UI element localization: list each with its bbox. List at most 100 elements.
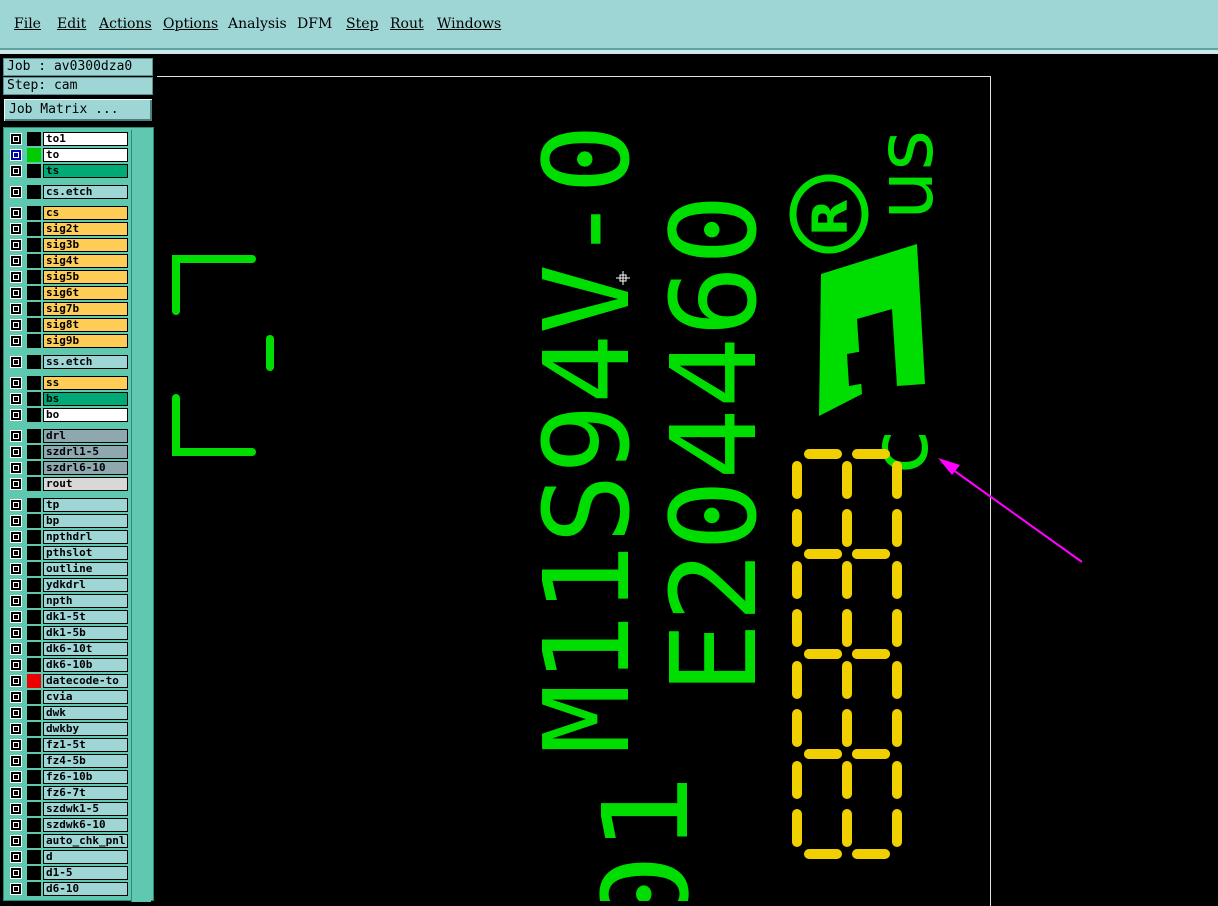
- layer-color-swatch[interactable]: [27, 866, 41, 880]
- layer-name[interactable]: bp: [43, 514, 128, 528]
- layer-row-sig8t[interactable]: sig8t: [8, 318, 128, 332]
- layer-row-bs[interactable]: bs: [8, 392, 128, 406]
- layer-row-sig6t[interactable]: sig6t: [8, 286, 128, 300]
- layer-row-szdwk1-5[interactable]: szdwk1-5: [8, 802, 128, 816]
- layer-checkbox[interactable]: [10, 579, 22, 591]
- layer-list-scrollbar[interactable]: [131, 130, 151, 902]
- layer-row-sig9b[interactable]: sig9b: [8, 334, 128, 348]
- layer-checkbox[interactable]: [10, 462, 22, 474]
- layer-row-drl[interactable]: drl: [8, 429, 128, 443]
- layer-row-fz6-10b[interactable]: fz6-10b: [8, 770, 128, 784]
- menu-analysis[interactable]: Analysis: [228, 16, 287, 32]
- layer-checkbox[interactable]: [10, 303, 22, 315]
- layer-name[interactable]: szdwk1-5: [43, 802, 128, 816]
- menu-dfm[interactable]: DFM: [297, 16, 332, 32]
- layer-name[interactable]: to: [43, 148, 128, 162]
- layer-checkbox[interactable]: [10, 643, 22, 655]
- layer-name[interactable]: sig9b: [43, 334, 128, 348]
- layer-name[interactable]: szdrl1-5: [43, 445, 128, 459]
- layer-color-swatch[interactable]: [27, 185, 41, 199]
- layer-color-swatch[interactable]: [27, 818, 41, 832]
- layer-row-fz1-5t[interactable]: fz1-5t: [8, 738, 128, 752]
- layer-color-swatch[interactable]: [27, 706, 41, 720]
- layer-color-swatch[interactable]: [27, 642, 41, 656]
- cad-canvas[interactable]: M11S94V-0 E204460 01 R c us: [157, 54, 1218, 901]
- layer-name[interactable]: drl: [43, 429, 128, 443]
- layer-checkbox[interactable]: [10, 707, 22, 719]
- layer-name[interactable]: sig7b: [43, 302, 128, 316]
- layer-row-dk6-10b[interactable]: dk6-10b: [8, 658, 128, 672]
- layer-checkbox[interactable]: [10, 547, 22, 559]
- layer-row-rout[interactable]: rout: [8, 477, 128, 491]
- layer-name[interactable]: dk6-10b: [43, 658, 128, 672]
- menu-edit[interactable]: Edit: [57, 16, 86, 32]
- layer-checkbox[interactable]: [10, 755, 22, 767]
- layer-checkbox[interactable]: [10, 675, 22, 687]
- layer-row-szdrl6-10[interactable]: szdrl6-10: [8, 461, 128, 475]
- layer-row-d6-10[interactable]: d6-10: [8, 882, 128, 896]
- layer-color-swatch[interactable]: [27, 408, 41, 422]
- layer-checkbox[interactable]: [10, 515, 22, 527]
- layer-color-swatch[interactable]: [27, 546, 41, 560]
- layer-color-swatch[interactable]: [27, 334, 41, 348]
- layer-color-swatch[interactable]: [27, 238, 41, 252]
- layer-checkbox[interactable]: [10, 430, 22, 442]
- layer-checkbox[interactable]: [10, 356, 22, 368]
- layer-row-fz4-5b[interactable]: fz4-5b: [8, 754, 128, 768]
- menu-rout[interactable]: Rout: [390, 16, 424, 32]
- layer-color-swatch[interactable]: [27, 477, 41, 491]
- layer-checkbox[interactable]: [10, 149, 22, 161]
- layer-color-swatch[interactable]: [27, 148, 41, 162]
- layer-color-swatch[interactable]: [27, 376, 41, 390]
- layer-checkbox[interactable]: [10, 803, 22, 815]
- layer-name[interactable]: sig2t: [43, 222, 128, 236]
- layer-color-swatch[interactable]: [27, 850, 41, 864]
- layer-row-szdwk6-10[interactable]: szdwk6-10: [8, 818, 128, 832]
- layer-color-swatch[interactable]: [27, 286, 41, 300]
- layer-checkbox[interactable]: [10, 787, 22, 799]
- layer-checkbox[interactable]: [10, 133, 22, 145]
- menu-actions[interactable]: Actions: [99, 16, 152, 32]
- layer-checkbox[interactable]: [10, 819, 22, 831]
- layer-name[interactable]: outline: [43, 562, 128, 576]
- layer-row-bo[interactable]: bo: [8, 408, 128, 422]
- layer-color-swatch[interactable]: [27, 318, 41, 332]
- layer-row-dwk[interactable]: dwk: [8, 706, 128, 720]
- layer-color-swatch[interactable]: [27, 498, 41, 512]
- graphics-workspace[interactable]: M11S94V-0 E204460 01 R c us: [157, 54, 1218, 906]
- layer-name[interactable]: ts: [43, 164, 128, 178]
- layer-color-swatch[interactable]: [27, 610, 41, 624]
- layer-color-swatch[interactable]: [27, 222, 41, 236]
- layer-color-swatch[interactable]: [27, 802, 41, 816]
- layer-name[interactable]: sig8t: [43, 318, 128, 332]
- layer-name[interactable]: d1-5: [43, 866, 128, 880]
- layer-checkbox[interactable]: [10, 835, 22, 847]
- layer-row-datecode-to[interactable]: datecode-to: [8, 674, 128, 688]
- layer-row-ts[interactable]: ts: [8, 164, 128, 178]
- layer-row-npthdrl[interactable]: npthdrl: [8, 530, 128, 544]
- layer-name[interactable]: d: [43, 850, 128, 864]
- layer-checkbox[interactable]: [10, 223, 22, 235]
- layer-color-swatch[interactable]: [27, 658, 41, 672]
- layer-name[interactable]: ydkdrl: [43, 578, 128, 592]
- layer-row-sig4t[interactable]: sig4t: [8, 254, 128, 268]
- layer-name[interactable]: fz1-5t: [43, 738, 128, 752]
- layer-name[interactable]: szdrl6-10: [43, 461, 128, 475]
- layer-color-swatch[interactable]: [27, 786, 41, 800]
- layer-checkbox[interactable]: [10, 771, 22, 783]
- layer-color-swatch[interactable]: [27, 270, 41, 284]
- layer-checkbox[interactable]: [10, 659, 22, 671]
- layer-checkbox[interactable]: [10, 739, 22, 751]
- layer-color-swatch[interactable]: [27, 626, 41, 640]
- layer-checkbox[interactable]: [10, 611, 22, 623]
- layer-checkbox[interactable]: [10, 883, 22, 895]
- layer-row-cs[interactable]: cs: [8, 206, 128, 220]
- menu-file[interactable]: File: [14, 16, 41, 32]
- layer-checkbox[interactable]: [10, 255, 22, 267]
- layer-color-swatch[interactable]: [27, 674, 41, 688]
- layer-name[interactable]: dk1-5b: [43, 626, 128, 640]
- layer-checkbox[interactable]: [10, 287, 22, 299]
- layer-name[interactable]: sig6t: [43, 286, 128, 300]
- layer-color-swatch[interactable]: [27, 392, 41, 406]
- layer-name[interactable]: bs: [43, 392, 128, 406]
